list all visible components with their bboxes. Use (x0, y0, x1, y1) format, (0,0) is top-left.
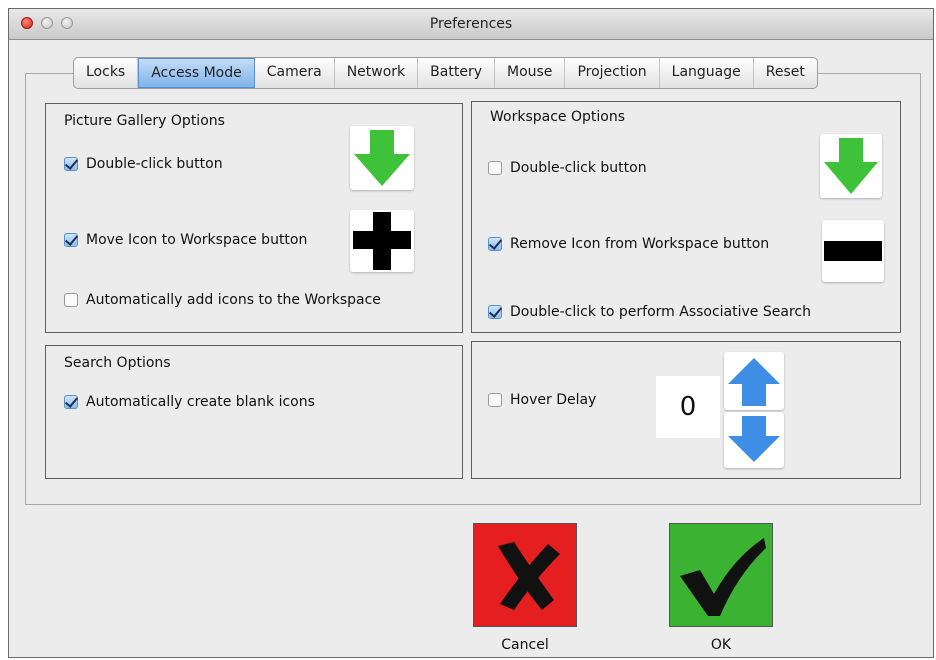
gallery-double-click-checkbox[interactable] (64, 157, 78, 171)
tab-mouse[interactable]: Mouse (495, 58, 566, 88)
workspace-remove-icon-checkbox[interactable] (488, 237, 502, 251)
hover-delay-group: Hover Delay 0 (471, 341, 901, 479)
workspace-double-click-option[interactable]: Double-click button (488, 160, 647, 176)
gallery-auto-add-checkbox[interactable] (64, 293, 78, 307)
hover-delay-value[interactable]: 0 (656, 376, 720, 438)
green-down-arrow-icon[interactable] (350, 126, 414, 190)
tab-battery[interactable]: Battery (418, 58, 495, 88)
tab-access-mode[interactable]: Access Mode (138, 58, 255, 88)
ok-button[interactable] (669, 523, 773, 627)
workspace-remove-icon-label: Remove Icon from Workspace button (510, 236, 770, 252)
search-options-group: Search Options Automatically create blan… (45, 345, 463, 479)
workspace-associative-label: Double-click to perform Associative Sear… (510, 304, 811, 320)
workspace-options-group: Workspace Options Double-click button Re… (471, 101, 901, 333)
plus-icon[interactable] (350, 210, 414, 272)
tab-network[interactable]: Network (335, 58, 419, 88)
title-bar[interactable]: Preferences (9, 9, 933, 40)
cross-icon (498, 542, 560, 610)
gallery-double-click-label: Double-click button (86, 156, 223, 172)
tab-reset[interactable]: Reset (754, 58, 817, 88)
blue-up-arrow-icon[interactable] (724, 352, 784, 410)
hover-delay-label: Hover Delay (510, 392, 597, 408)
hover-delay-option[interactable]: Hover Delay (488, 392, 596, 408)
cancel-button[interactable] (473, 523, 577, 627)
picture-gallery-options-title: Picture Gallery Options (64, 113, 225, 129)
workspace-options-title: Workspace Options (490, 109, 625, 125)
ok-label: OK (710, 637, 732, 653)
tab-camera[interactable]: Camera (255, 58, 335, 88)
gallery-move-icon-checkbox[interactable] (64, 233, 78, 247)
search-auto-blank-label: Automatically create blank icons (86, 394, 315, 410)
tab-projection[interactable]: Projection (565, 58, 660, 88)
green-down-arrow-icon[interactable] (820, 134, 882, 198)
blue-down-arrow-icon[interactable] (724, 412, 784, 468)
tab-bar: Locks Access Mode Camera Network Battery… (73, 57, 818, 89)
workspace-double-click-label: Double-click button (510, 160, 647, 176)
gallery-double-click-option[interactable]: Double-click button (64, 156, 223, 172)
tab-locks[interactable]: Locks (74, 58, 139, 88)
gallery-move-icon-option[interactable]: Move Icon to Workspace button (64, 232, 307, 248)
search-auto-blank-checkbox[interactable] (64, 395, 78, 409)
workspace-double-click-checkbox[interactable] (488, 161, 502, 175)
tab-language[interactable]: Language (660, 58, 754, 88)
workspace-associative-option[interactable]: Double-click to perform Associative Sear… (488, 304, 811, 320)
minus-icon[interactable] (822, 220, 884, 282)
workspace-associative-checkbox[interactable] (488, 305, 502, 319)
workspace-remove-icon-option[interactable]: Remove Icon from Workspace button (488, 236, 769, 252)
gallery-auto-add-label: Automatically add icons to the Workspace (86, 292, 381, 308)
gallery-move-icon-label: Move Icon to Workspace button (86, 232, 308, 248)
gallery-auto-add-option[interactable]: Automatically add icons to the Workspace (64, 292, 381, 308)
checkmark-icon (680, 538, 766, 616)
window-title: Preferences (429, 16, 513, 32)
hover-delay-checkbox[interactable] (488, 393, 502, 407)
search-options-title: Search Options (64, 355, 171, 371)
preferences-window: Preferences Locks Access Mode Camera Net… (8, 8, 934, 658)
search-auto-blank-option[interactable]: Automatically create blank icons (64, 394, 315, 410)
picture-gallery-options-group: Picture Gallery Options Double-click but… (45, 103, 463, 333)
cancel-label: Cancel (501, 637, 549, 653)
